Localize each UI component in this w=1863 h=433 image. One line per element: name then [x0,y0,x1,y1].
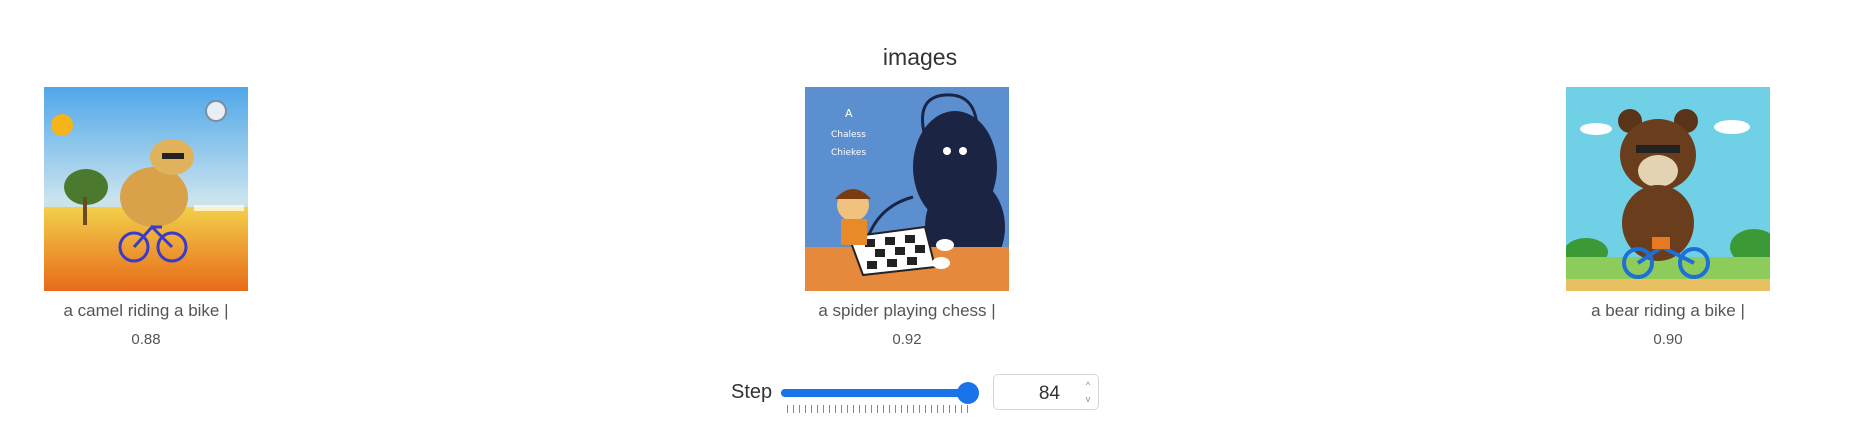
image-thumbnail[interactable] [44,87,248,291]
spider-image: A Chaless Chiekes [805,87,1009,291]
image-caption: a bear riding a bike | [1591,301,1745,320]
image-thumbnail[interactable] [1566,87,1770,291]
decrement-icon[interactable]: v [1082,392,1094,406]
image-thumbnail[interactable]: A Chaless Chiekes [805,87,1009,291]
step-slider[interactable] [781,382,980,404]
image-score: 0.92 [892,331,922,348]
spinner[interactable]: ^ v [1082,378,1094,406]
slider-ticks [787,405,970,413]
slider-fill [781,389,969,397]
image-text-line: Chaless [831,130,866,140]
image-score: 0.88 [131,331,161,348]
image-card-spider[interactable]: A Chaless Chiekes a spider playing chess… [782,87,1032,348]
panel-title: images [882,44,958,70]
bear-image [1566,87,1770,291]
image-card-camel[interactable]: a camel riding a bike | 0.88 [21,87,271,348]
image-caption: a camel riding a bike | [63,301,229,320]
step-number-input[interactable]: 84 ^ v [993,374,1099,410]
image-text-line: A [845,107,853,120]
image-score: 0.90 [1653,331,1683,348]
image-card-bear[interactable]: a bear riding a bike | 0.90 [1543,87,1793,348]
image-text-line: Chiekes [831,148,866,158]
step-label: Step [731,381,773,403]
step-value[interactable]: 84 [1039,383,1060,405]
image-caption: a spider playing chess | [818,301,996,320]
increment-icon[interactable]: ^ [1082,378,1094,392]
slider-handle[interactable] [957,382,980,404]
camel-image [44,87,248,291]
